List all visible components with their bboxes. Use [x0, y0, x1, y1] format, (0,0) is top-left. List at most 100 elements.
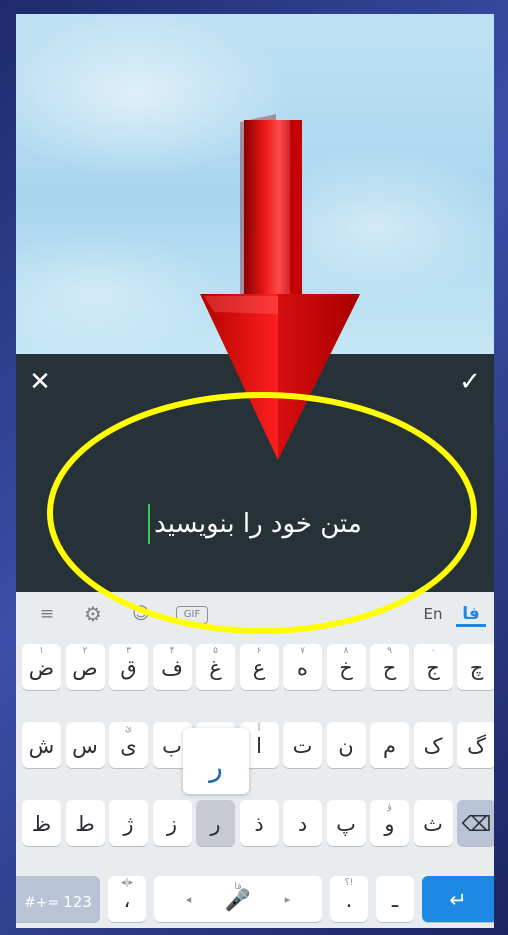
keyboard: ≡ ⚙ ☺ GIF En فا ۱ض۲ص۳ق۴ف۵غ۶ع۷ه۸خ۹ح۰جچشسئ… [16, 592, 494, 928]
key-2-2-label: س [72, 734, 98, 758]
key-1-3-hint: ۳ [126, 646, 131, 656]
key-3-8[interactable]: پ [326, 800, 366, 846]
key-1-7-hint: ۷ [300, 646, 305, 656]
text-input-value: متن خود را بنویسید [148, 504, 362, 544]
key-3-6[interactable]: ذ [239, 800, 279, 846]
key-3-10[interactable]: ث [413, 800, 453, 846]
key-3-7-label: د [297, 812, 308, 836]
key-2-7-label: ت [292, 734, 313, 758]
key-1-3[interactable]: ۳ق [109, 644, 148, 690]
key-1-10-label: ج [426, 656, 440, 680]
key-3-3-label: ژ [123, 812, 134, 836]
comma-key[interactable]: ◂|▸ ، [108, 876, 146, 922]
key-1-1[interactable]: ۱ض [22, 644, 61, 690]
key-2-7[interactable]: ت [283, 722, 322, 768]
key-3-9[interactable]: ؤو [370, 800, 409, 846]
key-1-2-label: ص [72, 656, 98, 680]
key-1-11-label: چ [469, 656, 484, 680]
key-1-1-label: ض [28, 656, 55, 680]
text-input-row: متن خود را بنویسید [16, 504, 494, 548]
keyboard-collapse-icon[interactable]: ≡ [34, 602, 60, 626]
enter-key-label: ↵ [449, 888, 467, 912]
key-1-4-label: ف [161, 656, 183, 680]
space-cursor-arrows: ◂ ▸ [185, 893, 291, 906]
settings-icon[interactable]: ⚙ [80, 602, 106, 626]
key-preview-popup: ر [183, 728, 249, 794]
key-3-5-label: ر [210, 812, 221, 836]
key-1-3-label: ق [120, 656, 137, 680]
key-3-1-label: ظ [31, 812, 52, 836]
symbols-key-label: #+= [24, 895, 60, 911]
key-3-10-label: ث [423, 812, 443, 836]
key-3-5[interactable]: ر [196, 800, 235, 846]
key-1-5-hint: ۵ [213, 646, 218, 656]
key-1-10-hint: ۰ [430, 646, 436, 656]
key-2-8[interactable]: ن [326, 722, 366, 768]
key-3-3[interactable]: ژ [109, 800, 148, 846]
space-mic-key[interactable]: فا 🎤 ◂ ▸ [154, 876, 322, 922]
key-1-8-hint: ۸ [343, 646, 349, 656]
zwnj-key[interactable]: ـ [376, 876, 414, 922]
key-1-7-label: ه [296, 656, 308, 680]
numbers-key-label: 123 [63, 893, 92, 911]
key-2-9[interactable]: م [370, 722, 409, 768]
key-1-9-label: ح [382, 656, 397, 680]
key-2-4-label: ب [162, 734, 182, 758]
key-3-9-label: و [384, 812, 395, 836]
screenshot-frame: ✕ ✓ متن خود را بنویسید ≡ ⚙ ☺ GIF En فا ۱… [0, 0, 508, 935]
key-2-3-label: ی [120, 734, 137, 758]
key-3-6-label: ذ [254, 812, 264, 836]
key-1-2[interactable]: ۲ص [65, 644, 105, 690]
key-2-10-label: ک [423, 734, 443, 758]
key-1-6[interactable]: ۶ع [239, 644, 279, 690]
period-key[interactable]: ؟!. [330, 876, 368, 922]
key-3-1[interactable]: ظ [22, 800, 61, 846]
key-1-8[interactable]: ۸خ [326, 644, 366, 690]
key-1-7[interactable]: ۷ه [283, 644, 322, 690]
key-1-11[interactable]: چ [457, 644, 494, 690]
comma-key-label: ، [123, 888, 131, 912]
key-3-7[interactable]: د [283, 800, 322, 846]
key-1-1-hint: ۱ [39, 646, 44, 656]
key-3-11-label: ⌫ [461, 812, 492, 836]
key-3-11[interactable]: ⌫ [457, 800, 494, 846]
comma-key-hint: ◂|▸ [120, 878, 134, 888]
key-1-2-hint: ۲ [82, 646, 88, 656]
key-2-10[interactable]: ک [413, 722, 453, 768]
zwnj-key-label: ـ [391, 888, 399, 912]
enter-key[interactable]: ↵ [422, 876, 494, 922]
symbols-numbers-key[interactable]: #+= 123 [16, 876, 100, 922]
key-2-9-label: م [382, 734, 396, 758]
phone-screen: ✕ ✓ متن خود را بنویسید ≡ ⚙ ☺ GIF En فا ۱… [16, 14, 494, 928]
key-3-8-label: پ [336, 812, 356, 836]
key-2-8-label: ن [338, 734, 354, 758]
key-2-1[interactable]: ش [22, 722, 61, 768]
close-button[interactable]: ✕ [26, 368, 54, 396]
period-key-hint: ؟! [344, 878, 354, 888]
key-1-6-label: ع [252, 656, 266, 680]
key-2-11[interactable]: گ [457, 722, 494, 768]
gif-button[interactable]: GIF [176, 606, 208, 624]
language-en-tab[interactable]: En [418, 602, 448, 626]
key-1-5[interactable]: ۵غ [196, 644, 235, 690]
key-2-2[interactable]: س [65, 722, 105, 768]
key-2-3[interactable]: ئی [109, 722, 148, 768]
emoji-icon[interactable]: ☺ [128, 602, 154, 626]
key-1-4[interactable]: ۴ف [152, 644, 192, 690]
confirm-button[interactable]: ✓ [456, 368, 484, 396]
key-3-4-label: ز [166, 812, 178, 836]
period-key-label: . [345, 888, 353, 912]
key-3-2[interactable]: ط [65, 800, 105, 846]
key-2-6-label: ا [256, 734, 262, 758]
key-1-9-hint: ۹ [387, 646, 392, 656]
key-1-4-hint: ۴ [169, 646, 175, 656]
key-1-6-hint: ۶ [256, 646, 262, 656]
keyboard-toolbar: ≡ ⚙ ☺ GIF En فا [16, 592, 494, 636]
key-1-5-label: غ [209, 656, 222, 680]
key-3-4[interactable]: ز [152, 800, 192, 846]
key-1-10[interactable]: ۰ج [413, 644, 453, 690]
language-fa-tab[interactable]: فا [456, 602, 486, 627]
key-3-2-label: ط [75, 812, 95, 836]
key-1-9[interactable]: ۹ح [370, 644, 409, 690]
key-1-8-label: خ [339, 656, 353, 680]
